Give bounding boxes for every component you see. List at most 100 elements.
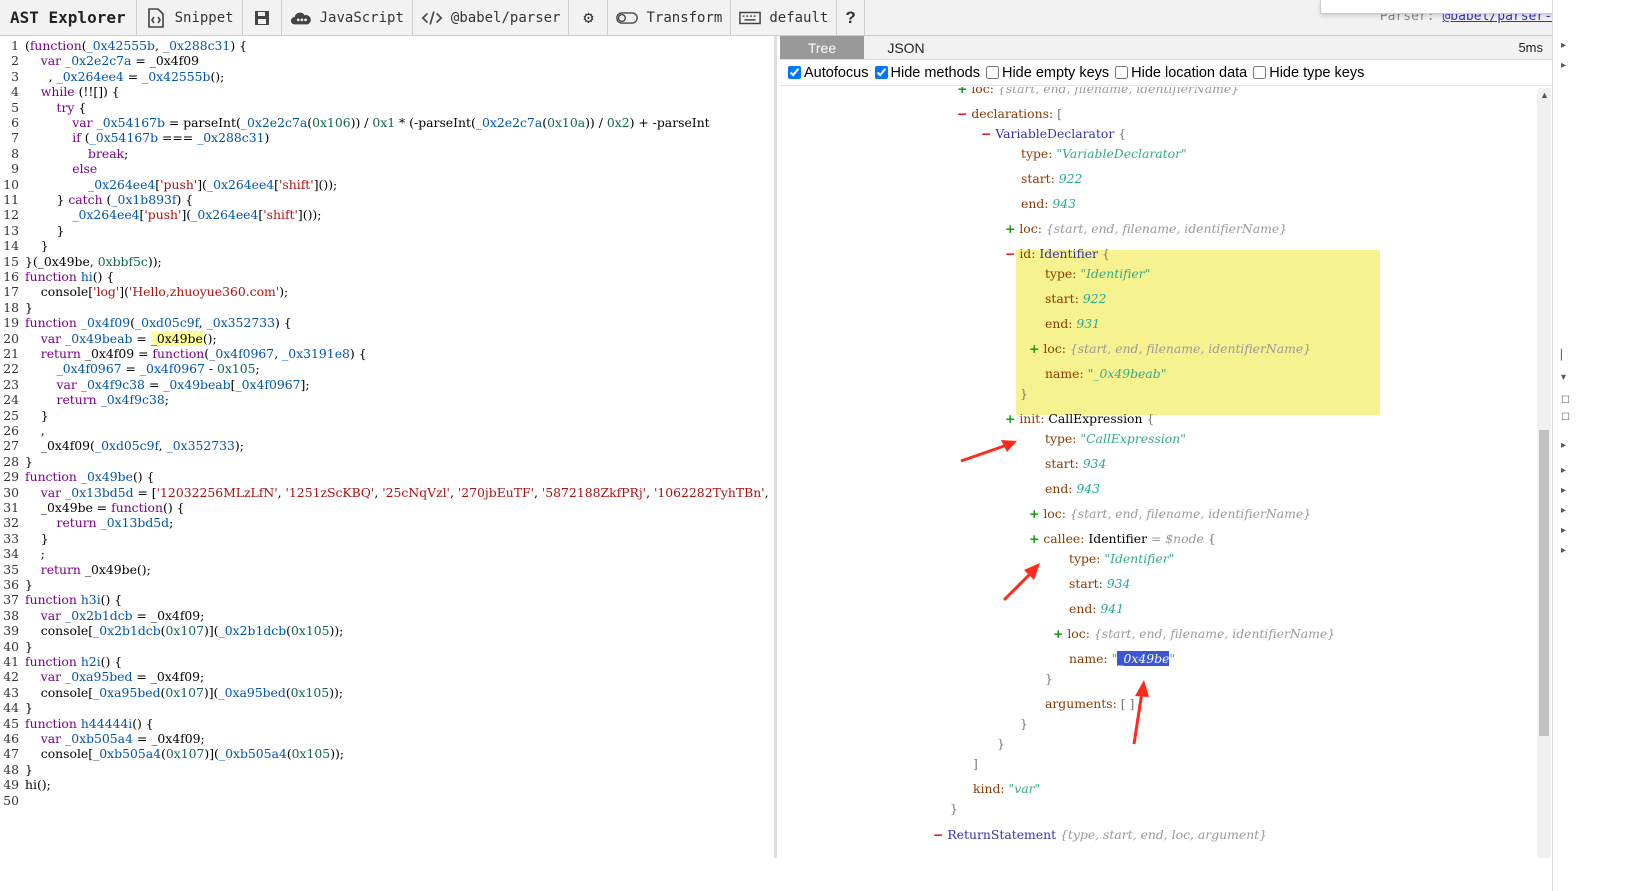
code-line[interactable]: 26 , [0, 423, 44, 438]
code-line[interactable]: 5 try { [0, 100, 86, 115]
tree-node[interactable]: + loc: {start, end, filename, identifier… [1053, 625, 1335, 643]
help-button[interactable]: ? [837, 0, 865, 36]
tree-node[interactable]: start: 922 [1021, 170, 1082, 188]
code-line[interactable]: 40} [0, 639, 33, 654]
code-line[interactable]: 31 _0x49be = function() { [0, 500, 184, 515]
tree-node[interactable]: name: "_0x49be" [1069, 650, 1175, 668]
code-line[interactable]: 11 } catch (_0x1b893f) { [0, 192, 193, 207]
code-line[interactable]: 30 var _0x13bd5d = ['12032256MLzLfN', '1… [0, 485, 768, 500]
tree-node[interactable]: start: 934 [1045, 455, 1106, 473]
option-hide-empty-keys[interactable]: Hide empty keys [985, 65, 1109, 81]
option-hide-methods[interactable]: Hide methods [874, 65, 980, 81]
code-line[interactable]: 20 var _0x49beab = _0x49be(); [0, 330, 217, 346]
code-line[interactable]: 45 function h44444i() { [0, 716, 153, 731]
tree-node[interactable]: − VariableDeclarator { [981, 125, 1126, 143]
keymap-menu[interactable]: default [731, 0, 838, 36]
code-line[interactable]: 38 var _0x2b1dcb = _0x4f09; [0, 608, 204, 623]
code-line[interactable]: 12 _0x264ee4['push'](_0x264ee4['shift'](… [0, 207, 321, 222]
code-line[interactable]: 29 function _0x49be() { [0, 469, 154, 484]
tab-tree[interactable]: Tree [780, 36, 864, 59]
tree-node[interactable]: start: 922 [1045, 290, 1106, 308]
code-line[interactable]: 1 (function(_0x42555b, _0x288c31) { [0, 38, 247, 53]
code-editor[interactable]: 1 (function(_0x42555b, _0x288c31) {2 var … [0, 36, 777, 858]
code-line[interactable]: 18} [0, 300, 33, 315]
tree-node[interactable]: type: "VariableDeclarator" [1021, 145, 1187, 163]
code-line[interactable]: 44} [0, 700, 33, 715]
tab-json[interactable]: JSON [864, 36, 948, 59]
code-line[interactable]: 36} [0, 577, 33, 592]
code-line[interactable]: 19 function _0x4f09(_0xd05c9f, _0x352733)… [0, 315, 291, 330]
code-line[interactable]: 8 break; [0, 146, 128, 161]
tree-node[interactable]: } [950, 800, 958, 818]
tree-node[interactable]: end: 943 [1021, 195, 1076, 213]
tree-node[interactable]: end: 941 [1069, 600, 1124, 618]
code-line[interactable]: 24 return _0x4f9c38; [0, 392, 169, 407]
code-line[interactable]: 47 console[_0xb505a4(0x107)](_0xb505a4(0… [0, 746, 344, 761]
tree-node[interactable]: } [1020, 715, 1028, 733]
tree-node[interactable]: + loc: {start, end, filename, identifier… [1005, 220, 1287, 238]
option-hide-type-keys[interactable]: Hide type keys [1253, 65, 1364, 81]
tree-node[interactable]: start: 934 [1069, 575, 1130, 593]
option-autofocus[interactable]: Autofocus [788, 65, 869, 81]
code-line[interactable]: 6 var _0x54167b = parseInt(_0x2e2c7a(0x1… [0, 115, 710, 130]
code-line[interactable]: 27 _0x4f09(_0xd05c9f, _0x352733); [0, 438, 244, 453]
code-line[interactable]: 35 return _0x49be(); [0, 562, 151, 577]
tree-node[interactable]: end: 931 [1045, 315, 1100, 333]
code-line[interactable]: 10 _0x264ee4['push'](_0x264ee4['shift'](… [0, 177, 337, 192]
tree-node[interactable]: end: 943 [1045, 480, 1100, 498]
option-checkbox[interactable] [1253, 66, 1267, 79]
save-button[interactable] [243, 0, 282, 36]
code-line[interactable]: 48} [0, 762, 33, 777]
tree-node[interactable]: + loc: {start, end, filename, identifier… [1029, 340, 1311, 358]
tree-node[interactable]: } [1045, 670, 1053, 688]
code-line[interactable]: 37 function h3i() { [0, 592, 122, 607]
code-line[interactable]: 46 var _0xb505a4 = _0x4f09; [0, 731, 204, 746]
tree-node[interactable]: kind: "var" [973, 780, 1040, 798]
option-checkbox[interactable] [874, 66, 888, 79]
tree-node[interactable]: } [1020, 385, 1028, 403]
tree-node[interactable]: + loc: {start, end, filename, identifier… [1029, 505, 1311, 523]
tree-node[interactable]: } [997, 735, 1005, 753]
code-line[interactable]: 22 _0x4f0967 = _0x4f0967 - 0x105; [0, 361, 260, 376]
tree-node[interactable]: type: "Identifier" [1045, 265, 1150, 283]
option-hide-location-data[interactable]: Hide location data [1115, 65, 1247, 81]
code-line[interactable]: 23 var _0x4f9c38 = _0x49beab[_0x4f0967]; [0, 377, 309, 392]
code-line[interactable]: 14 } [0, 238, 48, 253]
tree-node[interactable]: ] [973, 755, 978, 773]
code-line[interactable]: 9 else [0, 161, 97, 176]
code-line[interactable]: 28} [0, 454, 33, 469]
option-checkbox[interactable] [985, 66, 999, 79]
tree-node[interactable]: arguments: [ ] [1045, 695, 1134, 713]
code-line[interactable]: 50 [0, 793, 25, 808]
tree-node[interactable]: type: "Identifier" [1069, 550, 1174, 568]
tree-node[interactable]: + callee: Identifier = $node { [1029, 530, 1216, 548]
scroll-up-icon[interactable]: ▲ [1540, 90, 1549, 100]
code-line[interactable]: 15}(_0x49be, 0xbbf5c)); [0, 254, 161, 269]
option-checkbox[interactable] [788, 66, 801, 79]
tree-node[interactable]: type: "CallExpression" [1045, 430, 1186, 448]
parser-settings-button[interactable]: ⚙ [569, 0, 609, 36]
code-line[interactable]: 42 var _0xa95bed = _0x4f09; [0, 669, 204, 684]
language-menu[interactable]: JavaScript [282, 0, 413, 36]
code-line[interactable]: 33 } [0, 531, 48, 546]
code-line[interactable]: 21 return _0x4f09 = function(_0x4f0967, … [0, 346, 366, 361]
code-line[interactable]: 25 } [0, 408, 48, 423]
code-line[interactable]: 3 , _0x264ee4 = _0x42555b(); [0, 69, 224, 84]
code-line[interactable]: 16 function hi() { [0, 269, 114, 284]
code-line[interactable]: 39 console[_0x2b1dcb(0x107)](_0x2b1dcb(0… [0, 623, 343, 638]
code-line[interactable]: 49 hi(); [0, 777, 51, 792]
tree-node[interactable]: − id: Identifier { [1005, 245, 1110, 263]
code-line[interactable]: 13 } [0, 223, 64, 238]
code-line[interactable]: 41 function h2i() { [0, 654, 122, 669]
scrollbar-thumb[interactable] [1539, 430, 1549, 736]
code-line[interactable]: 34 ; [0, 546, 45, 561]
tree-node[interactable]: + init: CallExpression { [1005, 410, 1154, 428]
code-line[interactable]: 7 if (_0x54167b === _0x288c31) [0, 130, 269, 145]
tree-node[interactable]: name: "_0x49beab" [1045, 365, 1166, 383]
code-line[interactable]: 43 console[_0xa95bed(0x107)](_0xa95bed(0… [0, 685, 343, 700]
code-line[interactable]: 2 var _0x2e2c7a = _0x4f09 [0, 53, 199, 68]
parser-menu[interactable]: @babel/parser [413, 0, 570, 36]
tree-node[interactable]: − ReturnStatement {type, start, end, loc… [933, 826, 1267, 844]
tree-scrollbar[interactable]: ▲ [1537, 88, 1551, 858]
code-line[interactable]: 4 while (!![]) { [0, 84, 120, 99]
